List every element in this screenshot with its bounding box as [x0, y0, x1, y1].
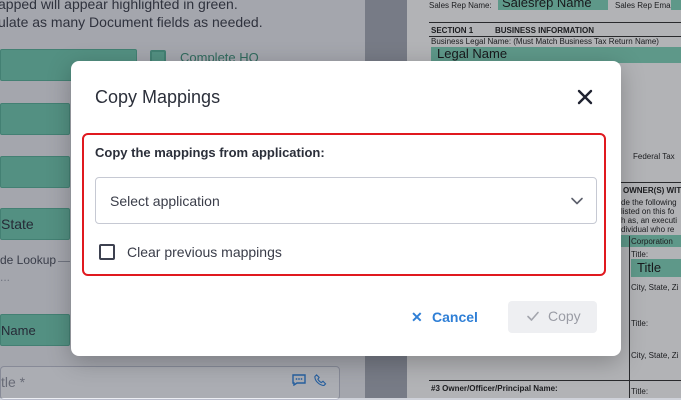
- application-select-placeholder: Select application: [110, 193, 220, 209]
- application-field-label: Copy the mappings from application:: [95, 145, 325, 160]
- copy-mappings-dialog: Copy Mappings Copy the mappings from app…: [71, 61, 621, 356]
- clear-previous-mappings-label[interactable]: Clear previous mappings: [127, 244, 282, 260]
- cancel-label: Cancel: [432, 309, 478, 325]
- chevron-down-icon: [571, 197, 583, 205]
- check-icon: [527, 311, 539, 321]
- cancel-button[interactable]: ✕ Cancel: [403, 301, 483, 335]
- copy-button[interactable]: Copy: [508, 301, 597, 333]
- copy-label: Copy: [548, 308, 581, 324]
- clear-previous-mappings-checkbox[interactable]: [99, 244, 115, 260]
- dialog-title: Copy Mappings: [95, 87, 221, 107]
- application-select[interactable]: Select application: [95, 177, 597, 224]
- close-icon: ✕: [411, 309, 423, 325]
- close-icon[interactable]: [575, 87, 595, 107]
